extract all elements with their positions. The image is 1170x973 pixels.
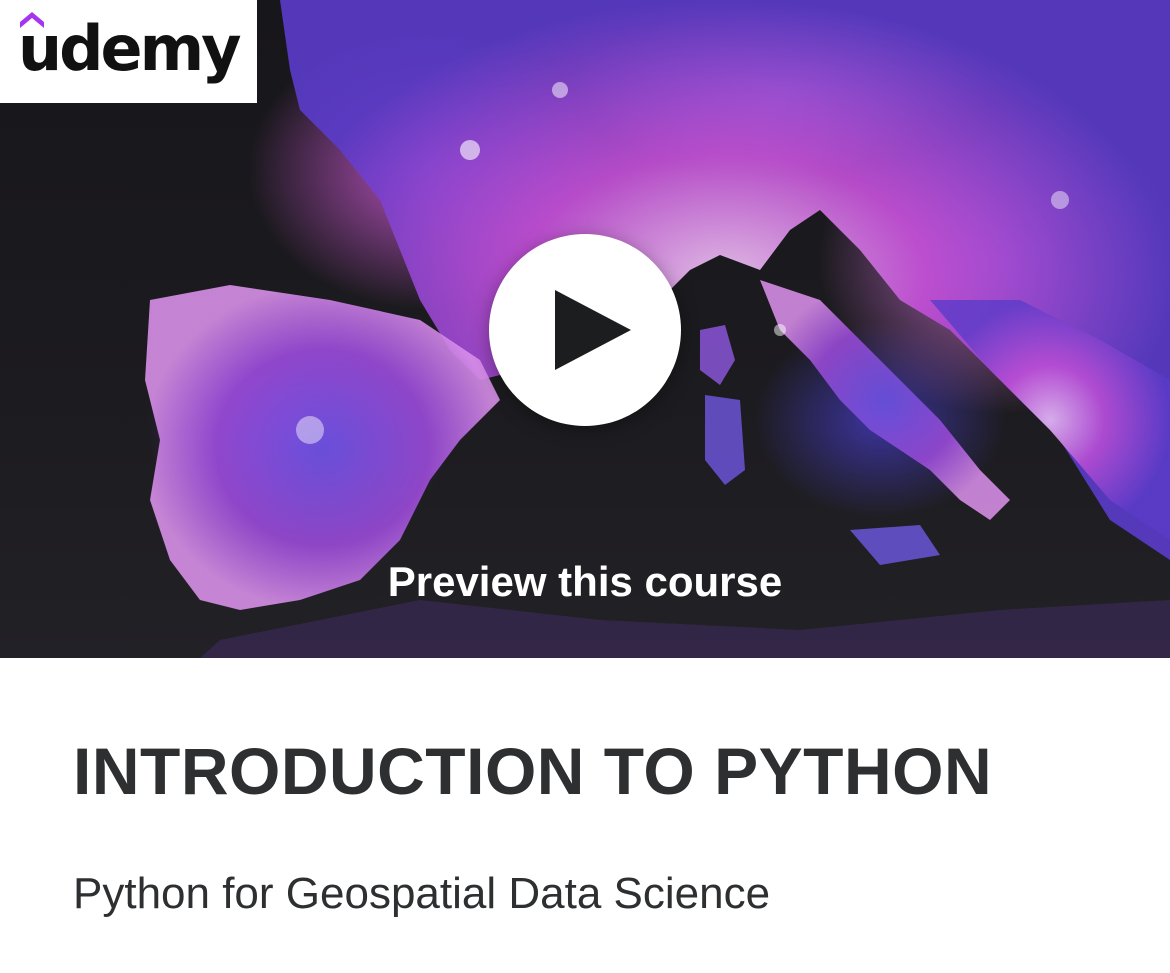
course-card: udemy Preview this course INTRODUCTION T… xyxy=(0,0,1170,973)
course-subtitle: Python for Geospatial Data Science xyxy=(73,869,771,918)
play-button[interactable] xyxy=(489,234,681,426)
preview-course-label[interactable]: Preview this course xyxy=(0,558,1170,606)
course-preview-video[interactable]: udemy Preview this course xyxy=(0,0,1170,658)
play-icon xyxy=(555,290,631,370)
udemy-logo-text: udemy xyxy=(18,12,242,85)
udemy-logo[interactable]: udemy xyxy=(0,0,257,103)
course-title: INTRODUCTION TO PYTHON xyxy=(73,734,993,808)
